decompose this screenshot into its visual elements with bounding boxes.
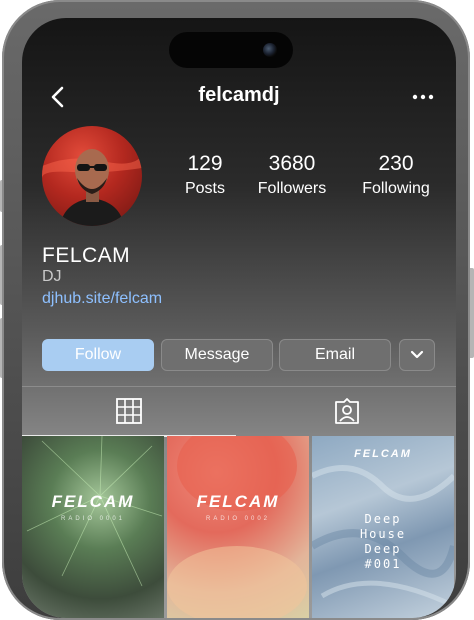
camera-lens xyxy=(263,43,277,57)
avatar[interactable] xyxy=(42,126,142,226)
post-text-line: Deep xyxy=(364,542,402,556)
post-tile[interactable]: FELCAM RADIO 0001 xyxy=(22,436,164,618)
followers-count: 3680 xyxy=(268,152,316,175)
phone-screen: felcamdj 129 Posts 3680 Followers 230 Fo… xyxy=(22,18,456,618)
dynamic-island xyxy=(169,32,293,68)
post-text-line: Deep xyxy=(364,512,402,526)
phone-frame: felcamdj 129 Posts 3680 Followers 230 Fo… xyxy=(2,0,470,620)
post-brand: FELCAM xyxy=(51,492,135,511)
more-options-button[interactable] xyxy=(399,339,435,371)
top-bar: felcamdj xyxy=(22,78,456,112)
tab-tagged[interactable] xyxy=(240,387,454,435)
followers-label: Followers xyxy=(257,180,327,197)
posts-label: Posts xyxy=(184,180,225,197)
stat-posts[interactable]: 129 Posts xyxy=(165,152,245,198)
tab-posts-grid[interactable] xyxy=(22,387,236,437)
email-button[interactable]: Email xyxy=(279,339,391,371)
profile-tabs xyxy=(22,386,456,437)
posts-grid: FELCAM RADIO 0001 FELCAM RADIO 0002 FELC… xyxy=(22,436,456,618)
post-text-line: #001 xyxy=(364,557,402,571)
posts-count: 129 xyxy=(187,152,223,175)
post-subtitle: RADIO 0002 xyxy=(205,516,271,522)
stat-following[interactable]: 230 Following xyxy=(352,152,440,198)
profile-role: DJ xyxy=(42,268,62,285)
message-button[interactable]: Message xyxy=(161,339,273,371)
post-text: Deep House Deep #001 xyxy=(312,512,454,572)
following-count: 230 xyxy=(378,152,414,175)
more-dots-icon[interactable] xyxy=(408,82,438,112)
post-brand: FELCAM xyxy=(196,492,280,511)
post-tile[interactable]: FELCAM RADIO 0002 xyxy=(167,436,309,618)
stat-followers[interactable]: 3680 Followers xyxy=(247,152,337,198)
profile-link[interactable]: djhub.site/felcam xyxy=(42,290,162,308)
post-text-line: House xyxy=(359,527,407,541)
post-subtitle: RADIO 0001 xyxy=(60,516,126,522)
tagged-person-icon xyxy=(335,398,359,424)
post-brand: FELCAM xyxy=(354,448,412,460)
chevron-down-icon xyxy=(410,350,424,359)
grid-icon xyxy=(116,398,142,424)
following-label: Following xyxy=(362,180,430,197)
follow-button[interactable]: Follow xyxy=(42,339,154,371)
profile-name: FELCAM xyxy=(42,244,131,267)
post-tile[interactable]: FELCAM Deep House Deep #001 xyxy=(312,436,454,618)
page-title: felcamdj xyxy=(198,84,280,106)
